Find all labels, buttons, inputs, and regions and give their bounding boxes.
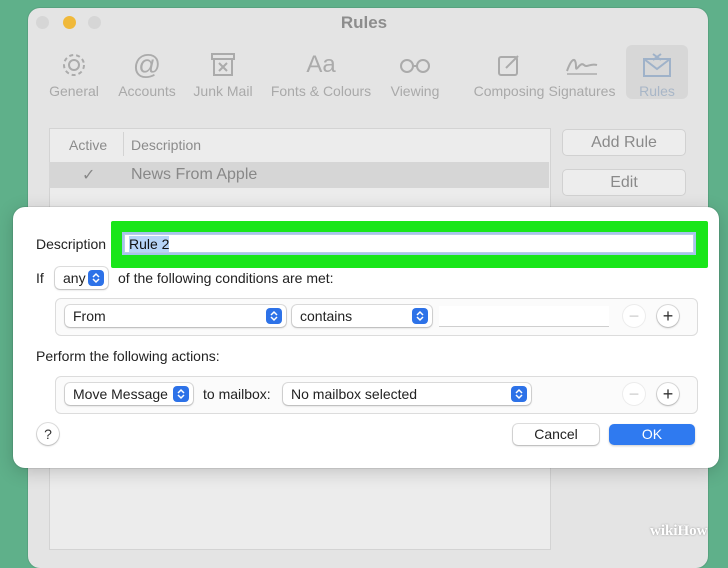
remove-condition-button[interactable]: − (623, 305, 645, 327)
action-type-value: Move Message (73, 386, 168, 402)
window-title: Rules (340, 13, 388, 32)
rules-icon (642, 50, 672, 80)
tab-general[interactable]: General (46, 45, 102, 99)
match-value: any (63, 270, 86, 286)
chevron-updown-icon (266, 308, 282, 324)
add-condition-button[interactable]: + (657, 305, 679, 327)
rule-description: News From Apple (131, 166, 258, 183)
tab-junk-mail-label: Junk Mail (193, 83, 253, 99)
description-label: Description (36, 236, 107, 252)
tab-rules-label: Rules (639, 83, 675, 99)
chevron-updown-icon (511, 386, 527, 402)
actions-label: Perform the following actions: (36, 348, 220, 364)
add-action-button[interactable]: + (657, 383, 679, 405)
tab-junk-mail[interactable]: Junk Mail (190, 45, 256, 99)
mailbox-value: No mailbox selected (291, 386, 418, 402)
tab-signatures-label: Signatures (548, 83, 616, 99)
tab-composing-label: Composing (473, 83, 545, 99)
column-active[interactable]: Active (69, 137, 107, 153)
action-type-popup[interactable]: Move Message (65, 383, 193, 405)
chevron-updown-icon (412, 308, 428, 324)
tab-accounts-label: Accounts (118, 83, 176, 99)
condition-operator-popup[interactable]: contains (292, 305, 432, 327)
table-row[interactable]: ✓ News From Apple (49, 162, 549, 188)
fonts-icon: Aa (306, 51, 336, 78)
tab-fonts-colours-label: Fonts & Colours (270, 83, 372, 99)
to-mailbox-label: to mailbox: (203, 386, 271, 402)
compose-icon (496, 50, 522, 80)
add-rule-button[interactable]: Add Rule (562, 129, 686, 156)
description-field[interactable]: Rule 2 (124, 234, 694, 253)
help-button[interactable]: ? (37, 423, 59, 445)
glasses-icon (398, 50, 432, 80)
condition-field-value: From (73, 308, 106, 324)
watermark-how: How (677, 523, 708, 539)
conditions-suffix: of the following conditions are met: (118, 270, 334, 286)
signature-icon (564, 50, 600, 80)
ok-button[interactable]: OK (609, 424, 695, 445)
tab-signatures[interactable]: Signatures (546, 45, 618, 99)
wikihow-watermark: wikiHow (650, 523, 708, 540)
description-value: Rule 2 (129, 236, 170, 252)
gear-icon (60, 50, 88, 80)
mailbox-popup[interactable]: No mailbox selected (283, 383, 531, 405)
column-divider (123, 132, 124, 156)
match-popup[interactable]: any (55, 267, 108, 289)
condition-field-popup[interactable]: From (65, 305, 286, 327)
remove-action-button[interactable]: − (623, 383, 645, 405)
tab-viewing-label: Viewing (390, 83, 440, 99)
edit-rule-button[interactable]: Edit (562, 169, 686, 196)
condition-value-field[interactable] (439, 306, 609, 327)
tab-viewing[interactable]: Viewing (386, 45, 444, 99)
at-sign-icon: @ (132, 49, 162, 80)
column-description[interactable]: Description (131, 137, 201, 153)
junk-mail-icon (209, 50, 237, 80)
if-label: If (36, 270, 44, 286)
chevron-updown-icon (173, 386, 189, 402)
cancel-button[interactable]: Cancel (513, 424, 599, 445)
tab-general-label: General (49, 83, 99, 99)
rules-list-header: Active Description (49, 128, 549, 159)
tab-accounts[interactable]: @ Accounts (114, 45, 180, 99)
tab-fonts-colours[interactable]: Aa Fonts & Colours (268, 45, 374, 99)
active-checkbox[interactable]: ✓ (82, 165, 95, 185)
condition-operator-value: contains (300, 308, 353, 324)
tab-rules[interactable]: Rules (626, 45, 688, 99)
watermark-wiki: wiki (650, 523, 678, 539)
chevron-updown-icon (88, 270, 104, 286)
